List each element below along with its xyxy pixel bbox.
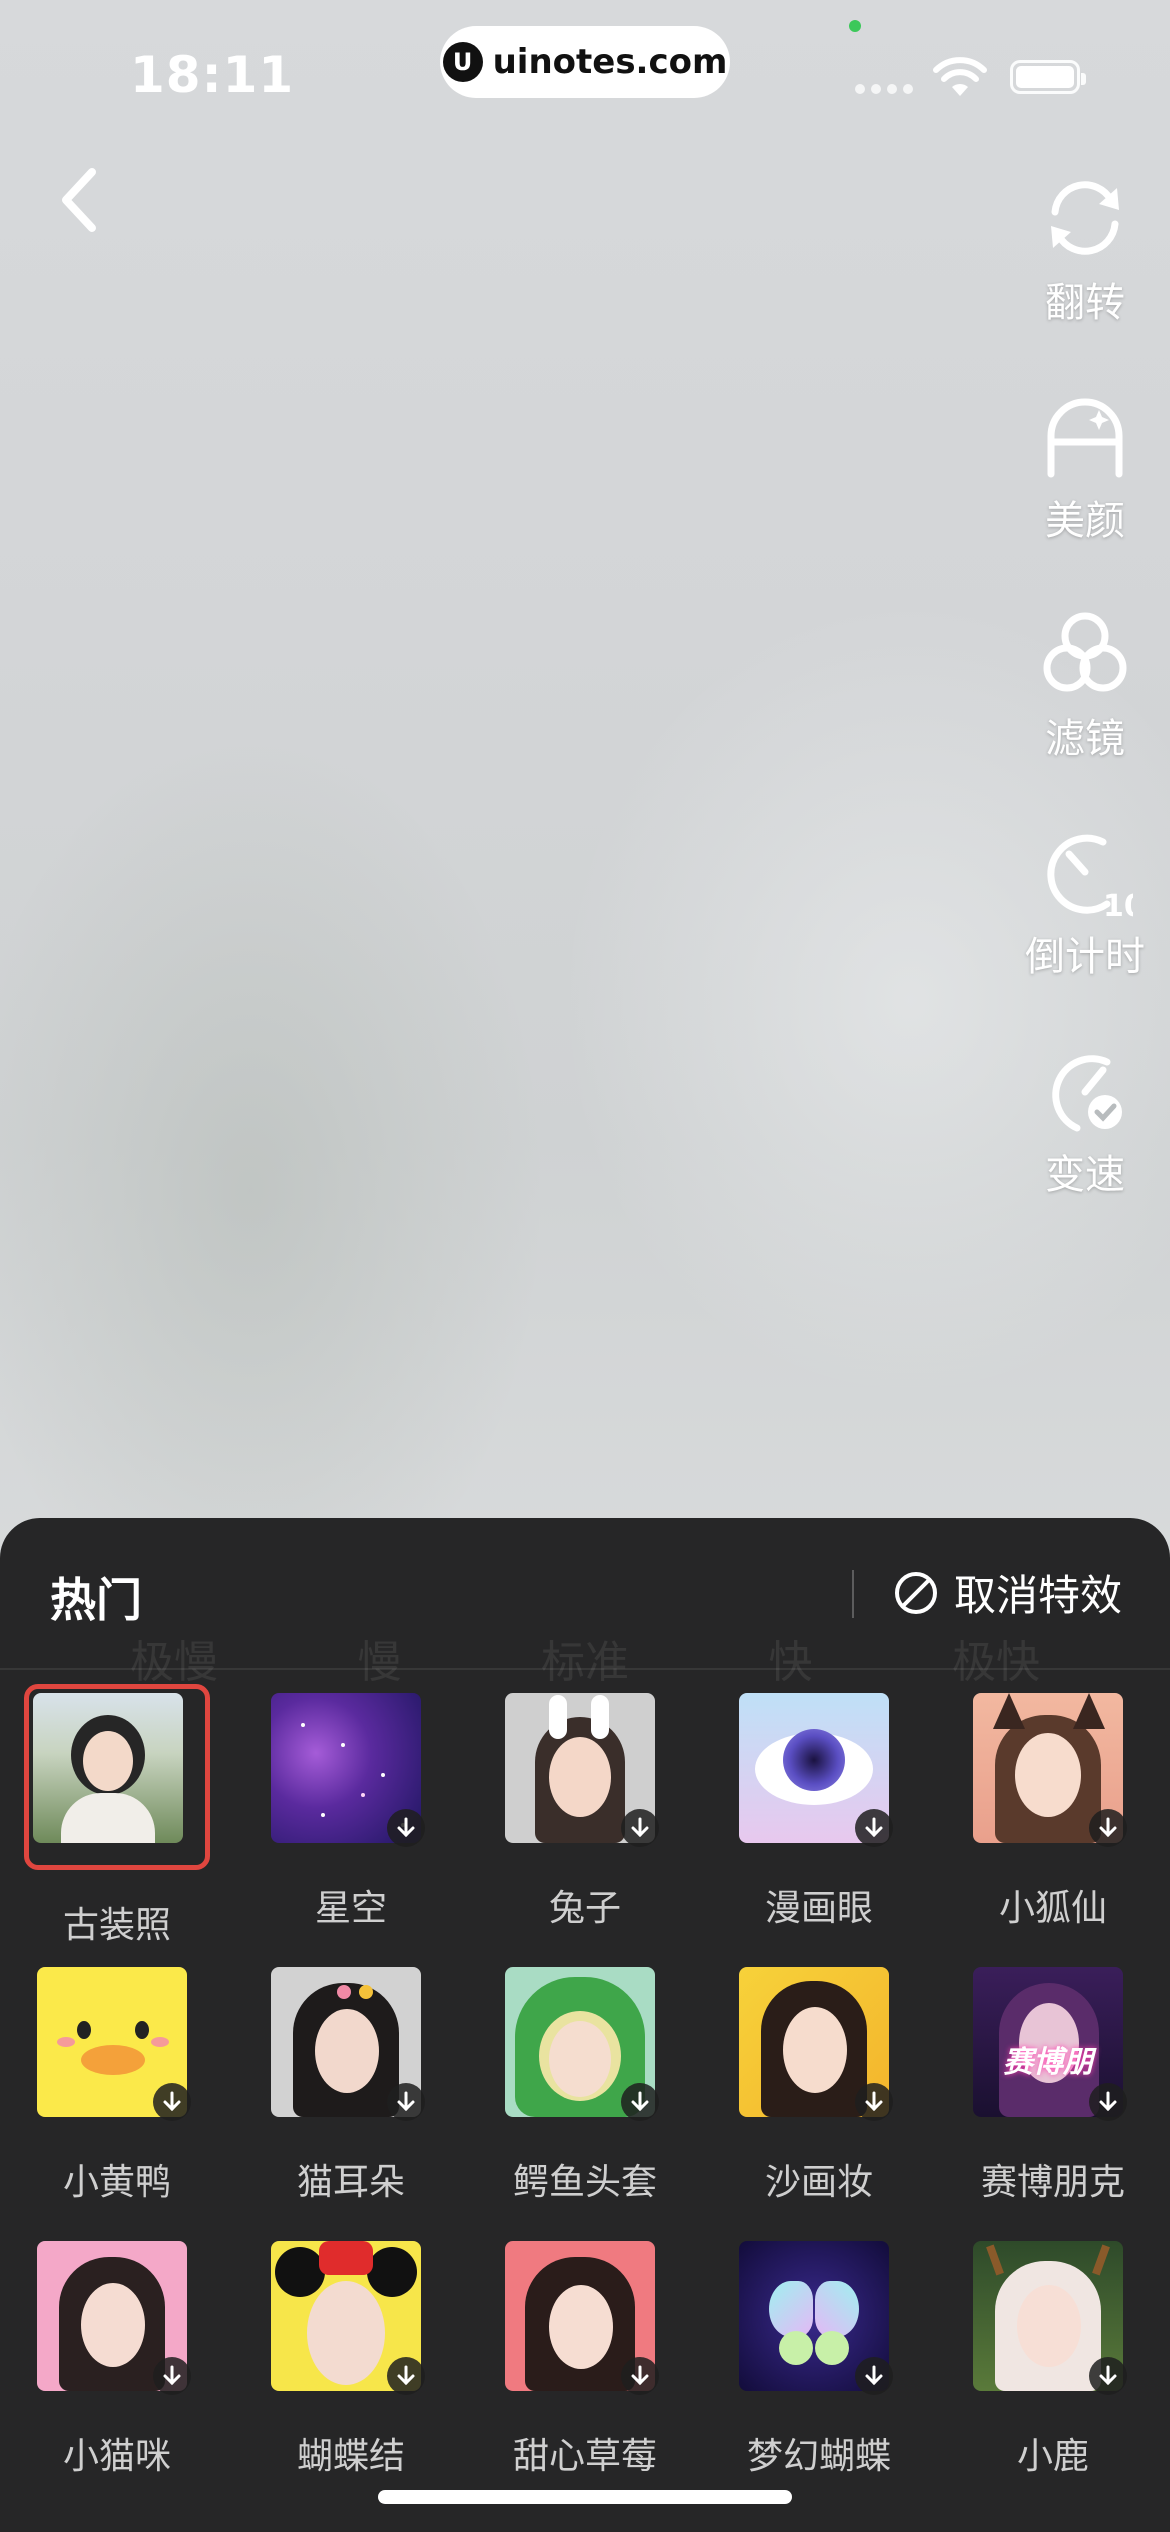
download-icon bbox=[387, 1809, 425, 1847]
countdown-icon: 10 bbox=[1047, 834, 1133, 920]
effect-item[interactable]: 兔子 bbox=[468, 1693, 702, 1931]
effect-label: 小狐仙 bbox=[998, 1888, 1107, 1929]
effect-item[interactable]: 蝴蝶结 bbox=[234, 2241, 468, 2479]
speed-button[interactable]: 变速 bbox=[1000, 1042, 1170, 1200]
beauty-icon bbox=[1047, 398, 1123, 478]
effect-item[interactable]: 沙画妆 bbox=[702, 1967, 936, 2205]
effect-label: 古装照 bbox=[62, 1905, 171, 1946]
filter-label: 滤镜 bbox=[1045, 716, 1125, 762]
effect-item[interactable]: 漫画眼 bbox=[702, 1693, 936, 1931]
effect-item[interactable]: 赛博朋 赛博朋克 bbox=[936, 1967, 1170, 2205]
download-icon bbox=[621, 1809, 659, 1847]
countdown-badge: 10 bbox=[1103, 889, 1133, 920]
effect-item[interactable]: 小黄鸭 bbox=[0, 1967, 234, 2205]
cancel-effect-label: 取消特效 bbox=[954, 1571, 1123, 1620]
filter-icon bbox=[1043, 612, 1127, 692]
url-text: uinotes.com bbox=[492, 42, 728, 82]
effect-label: 小鹿 bbox=[1016, 2436, 1089, 2477]
prohibit-icon bbox=[895, 1571, 937, 1614]
tab-hot[interactable]: 热门 bbox=[50, 1564, 142, 1630]
effect-item[interactable]: 古装照 bbox=[0, 1684, 234, 1948]
effects-panel: 极慢 慢 标准 快 极快 热门 取消特效 古装照 星空 兔子 漫画眼 小狐仙 小… bbox=[0, 1518, 1170, 2532]
effect-label: 蝴蝶结 bbox=[296, 2436, 405, 2477]
effect-label: 小黄鸭 bbox=[62, 2162, 171, 2203]
download-icon bbox=[1089, 2083, 1127, 2121]
effect-label: 小猫咪 bbox=[62, 2436, 171, 2477]
effect-item[interactable]: 小鹿 bbox=[936, 2241, 1170, 2479]
download-icon bbox=[621, 2357, 659, 2395]
download-icon bbox=[153, 2357, 191, 2395]
effect-label: 星空 bbox=[314, 1888, 387, 1929]
signal-icon bbox=[855, 84, 913, 94]
home-indicator[interactable] bbox=[378, 2490, 792, 2504]
speed-label: 变速 bbox=[1045, 1152, 1125, 1198]
download-icon bbox=[855, 1809, 893, 1847]
cancel-effect-button[interactable]: 取消特效 bbox=[892, 1562, 1122, 1623]
effect-label: 兔子 bbox=[548, 1888, 621, 1929]
download-icon bbox=[855, 2357, 893, 2395]
flip-button[interactable]: 翻转 bbox=[1000, 170, 1170, 328]
effect-label: 鳄鱼头套 bbox=[512, 2162, 657, 2203]
download-icon bbox=[387, 2357, 425, 2395]
download-icon bbox=[1089, 1809, 1127, 1847]
download-icon bbox=[153, 2083, 191, 2121]
beauty-button[interactable]: 美颜 bbox=[1000, 388, 1170, 546]
battery-icon bbox=[1010, 60, 1086, 94]
effect-thumb-selected bbox=[24, 1684, 210, 1870]
flip-label: 翻转 bbox=[1045, 280, 1125, 326]
url-pill[interactable]: U uinotes.com bbox=[440, 26, 730, 98]
back-chevron-icon[interactable] bbox=[50, 160, 120, 240]
effect-item[interactable]: 梦幻蝴蝶 bbox=[702, 2241, 936, 2479]
download-icon bbox=[621, 2083, 659, 2121]
filter-button[interactable]: 滤镜 bbox=[1000, 606, 1170, 764]
camera-screen: 18:11 U uinotes.com 翻转 美颜 滤镜 1 倒计时 变速 极慢… bbox=[0, 0, 1170, 2532]
wifi-icon bbox=[933, 57, 987, 96]
effect-item[interactable]: 小猫咪 bbox=[0, 2241, 234, 2479]
camera-preview-shadow bbox=[0, 740, 540, 1640]
effect-label: 漫画眼 bbox=[764, 1888, 873, 1929]
effect-item[interactable]: 猫耳朵 bbox=[234, 1967, 468, 2205]
header-divider bbox=[852, 1570, 854, 1618]
site-logo-icon: U bbox=[442, 42, 483, 82]
speed-icon bbox=[1052, 1055, 1122, 1132]
countdown-label: 倒计时 bbox=[1025, 934, 1145, 980]
download-icon bbox=[855, 2083, 893, 2121]
cyberpunk-thumb-text: 赛博朋 bbox=[1003, 2045, 1093, 2080]
countdown-button[interactable]: 10 倒计时 bbox=[1000, 824, 1170, 982]
effect-item[interactable]: 鳄鱼头套 bbox=[468, 1967, 702, 2205]
effect-label: 猫耳朵 bbox=[296, 2162, 405, 2203]
download-icon bbox=[387, 2083, 425, 2121]
camera-in-use-indicator bbox=[849, 20, 861, 32]
effect-item[interactable]: 星空 bbox=[234, 1693, 468, 1931]
effect-item[interactable]: 甜心草莓 bbox=[468, 2241, 702, 2479]
flip-camera-icon bbox=[1051, 181, 1119, 255]
status-time: 18:11 bbox=[130, 46, 295, 104]
effect-label: 沙画妆 bbox=[764, 2162, 873, 2203]
ancient-costume-thumb bbox=[33, 1693, 183, 1843]
effect-label: 赛博朋克 bbox=[980, 2162, 1125, 2203]
effect-label: 梦幻蝴蝶 bbox=[746, 2436, 891, 2477]
effect-item[interactable]: 小狐仙 bbox=[936, 1693, 1170, 1931]
effect-label: 甜心草莓 bbox=[512, 2436, 657, 2477]
beauty-label: 美颜 bbox=[1045, 498, 1125, 544]
download-icon bbox=[1089, 2357, 1127, 2395]
effects-panel-header: 热门 取消特效 bbox=[0, 1518, 1170, 1670]
